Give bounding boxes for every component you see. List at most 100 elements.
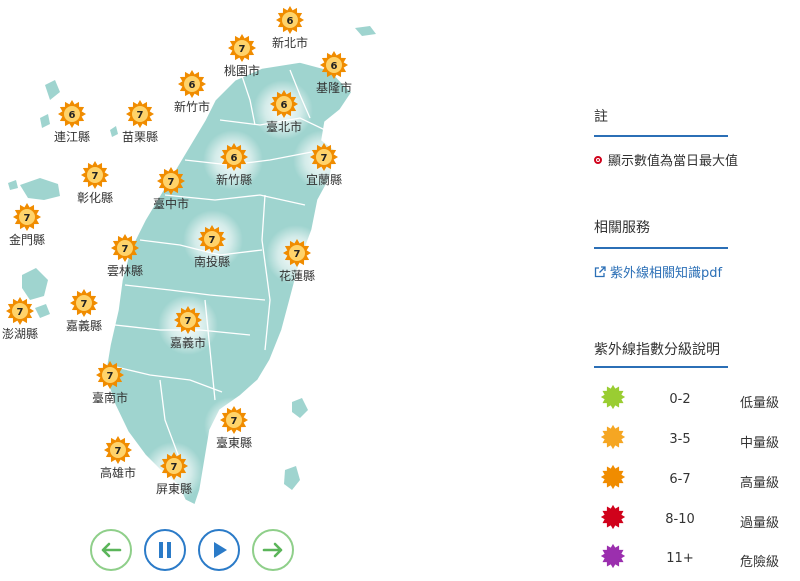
legend-sun-icon [600, 504, 626, 530]
legend-sun-icon [600, 424, 626, 450]
arrow-left-icon [101, 542, 122, 558]
uv-knowledge-link[interactable]: 紫外線相關知識pdf [594, 262, 722, 281]
sun-icon: 7 [6, 297, 34, 325]
pause-icon [159, 542, 171, 558]
city-label: 彰化縣 [76, 191, 113, 205]
city-marker[interactable]: 6 臺北市 [244, 89, 324, 135]
legend-level: 低量級 [740, 396, 780, 411]
city-marker[interactable]: 7 屏東縣 [134, 451, 214, 497]
sun-icon: 6 [320, 51, 348, 79]
city-marker[interactable]: 7 澎湖縣 [0, 296, 60, 342]
legend-sun-icon [600, 384, 626, 410]
sun-icon: 7 [228, 34, 256, 62]
kinmen-islands [8, 178, 60, 200]
city-label: 雲林縣 [106, 264, 143, 278]
uv-value: 6 [287, 16, 294, 27]
uv-value: 7 [17, 307, 24, 318]
sun-icon: 6 [276, 6, 304, 34]
city-marker[interactable]: 7 苗栗縣 [100, 99, 180, 145]
sun-icon: 7 [126, 100, 154, 128]
play-icon [214, 542, 227, 558]
uv-value: 6 [281, 100, 288, 111]
services-divider [594, 247, 728, 249]
legend-range: 3-5 [669, 432, 691, 447]
legend-level: 中量級 [740, 436, 780, 451]
city-label: 金門縣 [8, 233, 45, 247]
city-marker[interactable]: 7 彰化縣 [55, 160, 135, 206]
uv-value: 7 [321, 153, 328, 164]
city-marker[interactable]: 7 臺東縣 [194, 405, 274, 451]
city-marker[interactable]: 7 雲林縣 [85, 233, 165, 279]
uv-value: 7 [185, 316, 192, 327]
uv-value: 6 [69, 110, 76, 121]
sun-icon: 7 [283, 239, 311, 267]
north-islet [355, 26, 376, 36]
sun-icon: 7 [81, 161, 109, 189]
legend-range: 0-2 [669, 392, 691, 407]
note-text: 顯示數值為當日最大值 [608, 154, 739, 169]
uv-value: 7 [137, 110, 144, 121]
city-marker[interactable]: 7 南投縣 [172, 224, 252, 270]
sun-icon: 6 [220, 143, 248, 171]
legend-row: 6-7 高量級 [600, 464, 800, 496]
sun-icon: 7 [198, 225, 226, 253]
legend-range: 11+ [666, 551, 694, 566]
city-label: 嘉義市 [169, 336, 206, 350]
city-label: 澎湖縣 [1, 327, 38, 341]
city-marker[interactable]: 7 嘉義市 [148, 305, 228, 351]
sun-icon: 7 [96, 361, 124, 389]
uv-value: 7 [168, 177, 175, 188]
legend-range: 8-10 [665, 512, 695, 527]
legend-sun-icon [600, 543, 626, 569]
sun-icon: 7 [310, 143, 338, 171]
uv-value: 7 [122, 244, 129, 255]
prev-button[interactable] [90, 529, 132, 571]
city-label: 臺北市 [265, 120, 302, 134]
city-label: 花蓮縣 [278, 269, 315, 283]
uv-value: 6 [189, 80, 196, 91]
note-row: 顯示數值為當日最大值 [594, 150, 738, 169]
note-title: 註 [594, 109, 608, 125]
legend-title: 紫外線指數分級說明 [594, 342, 720, 358]
play-button[interactable] [198, 529, 240, 571]
sun-icon: 7 [70, 289, 98, 317]
pause-button[interactable] [144, 529, 186, 571]
uv-value: 7 [24, 213, 31, 224]
legend-row: 3-5 中量級 [600, 424, 800, 456]
city-label: 臺南市 [91, 391, 128, 405]
uv-value: 7 [115, 446, 122, 457]
city-label: 臺中市 [152, 197, 189, 211]
uv-value: 7 [239, 44, 246, 55]
city-label: 南投縣 [193, 255, 230, 269]
city-marker[interactable]: 7 宜蘭縣 [284, 142, 364, 188]
uv-value: 7 [92, 171, 99, 182]
legend-level: 高量級 [740, 476, 780, 491]
legend-range: 6-7 [669, 472, 691, 487]
city-marker[interactable]: 7 臺中市 [131, 166, 211, 212]
legend-row: 8-10 過量級 [600, 504, 800, 536]
uv-value: 7 [171, 462, 178, 473]
legend-sun-icon [600, 464, 626, 490]
city-marker[interactable]: 7 臺南市 [70, 360, 150, 406]
note-divider [594, 135, 728, 137]
uv-value: 7 [231, 416, 238, 427]
legend-row: 11+ 危險級 [600, 543, 800, 575]
uv-value: 7 [294, 249, 301, 260]
sun-icon: 6 [178, 70, 206, 98]
side-panel: 註 顯示數值為當日最大值 相關服務 紫外線相關知識pdf 紫外線指數分級說明 0… [594, 0, 800, 581]
uv-map: 6 新北市 7 桃園市 6 基隆市 6 新竹市 6 臺北市 6 連江縣 7 苗栗縣 6 新竹縣 7 宜蘭縣 7 彰化縣… [0, 0, 560, 581]
uv-value: 7 [107, 371, 114, 382]
sun-icon: 7 [220, 406, 248, 434]
uv-knowledge-link-label: 紫外線相關知識pdf [610, 266, 723, 281]
uv-value: 6 [231, 153, 238, 164]
sun-icon: 7 [160, 452, 188, 480]
next-button[interactable] [252, 529, 294, 571]
uv-value: 7 [81, 299, 88, 310]
legend-level: 過量級 [740, 516, 780, 531]
sun-icon: 7 [104, 436, 132, 464]
sun-icon: 7 [157, 167, 185, 195]
sun-icon: 7 [13, 203, 41, 231]
sun-icon: 6 [58, 100, 86, 128]
city-marker[interactable]: 7 花蓮縣 [257, 238, 337, 284]
city-marker[interactable]: 7 金門縣 [0, 202, 67, 248]
